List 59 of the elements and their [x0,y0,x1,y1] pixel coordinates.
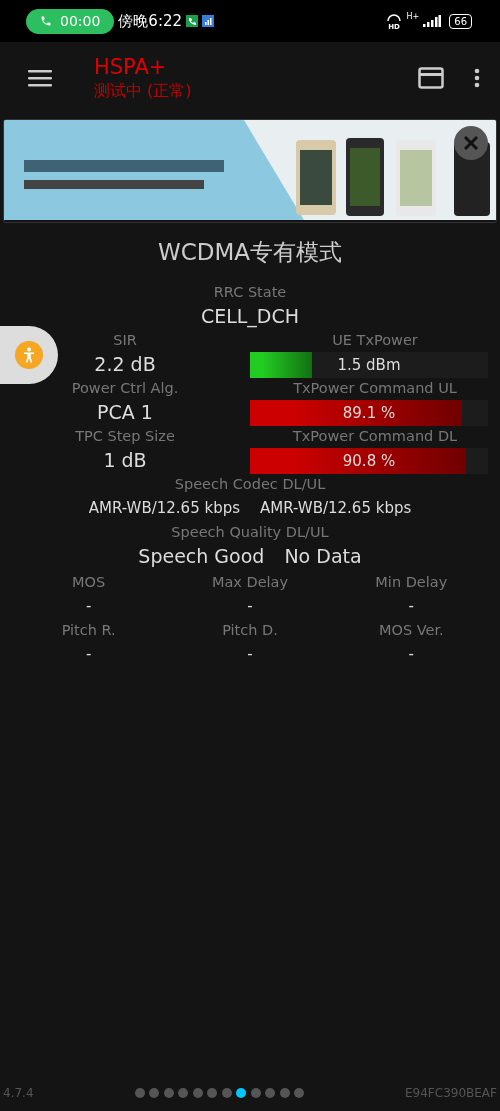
field-label: Min Delay [375,573,448,592]
accessibility-tab[interactable] [0,326,58,384]
field-value: PCA 1 [97,400,153,425]
page-indicator-dot[interactable] [265,1088,276,1098]
page-indicator-dot[interactable] [221,1088,232,1098]
field-value: - [408,596,415,617]
field-value: - [85,596,92,617]
field-label: RRC State [213,283,287,302]
field-label: SIR [113,331,137,350]
field-label: MOS Ver. [378,621,444,640]
field-label: Pitch R. [61,621,116,640]
field-value: - [85,644,92,665]
accessibility-icon [15,341,43,369]
field-value: Speech Good [138,544,265,569]
field-label: Speech Codec DL/UL [174,475,326,494]
field-label: Power Ctrl Alg. [71,379,179,398]
meter-reading: 90.8 % [342,452,396,470]
page-indicator-dot[interactable] [250,1088,261,1098]
app-notification-icon [202,15,215,27]
field-label: UE TxPower [332,331,418,350]
field-label: MOS [72,573,106,592]
field-label: TxPower Command UL [293,379,457,398]
network-type-text: H+ [406,12,420,21]
field-value: 2.2 dB [94,352,156,377]
field-label: Speech Quality DL/UL [171,523,329,542]
page-indicator-dot[interactable] [149,1088,160,1098]
meter-reading: 1.5 dBm [337,356,401,374]
field-value: No Data [284,544,362,569]
version-text: 4.7.4 [3,1086,34,1100]
field-label: TxPower Command DL [292,427,458,446]
page-indicator-dot[interactable] [163,1088,174,1098]
page-indicator-dot[interactable] [279,1088,290,1098]
battery-indicator: 66 [449,13,472,29]
signal-icon [423,15,442,27]
phone-icon [40,15,52,27]
field-value: AMR-WB/12.65 kbps [260,498,412,519]
field-value: - [247,596,253,617]
meter-reading: 89.1 % [342,404,396,422]
phone-notification-icon [186,15,199,27]
field-value: - [408,644,415,665]
page-indicator-dot[interactable] [294,1088,305,1098]
page-indicator-dot[interactable] [207,1088,218,1098]
field-label: Pitch D. [222,621,278,640]
page-indicator-dot[interactable] [236,1088,247,1098]
device-id-text: E94FC390BEAF [405,1086,497,1100]
mode-title: WCDMA专有模式 [156,238,344,267]
field-value: - [247,644,253,665]
network-title: HSPA+ [94,54,168,80]
field-value: 1 dB [103,448,147,473]
page-indicator-dot[interactable] [134,1088,145,1098]
test-status-text: 测试中 (正常) [94,80,192,102]
page-indicator-dot[interactable] [192,1088,203,1098]
call-indicator[interactable]: 00:00 [26,8,115,34]
clock-text: 傍晚6:22 [118,11,183,31]
field-label: Max Delay [211,573,289,592]
field-label: TPC Step Size [75,427,175,446]
field-value: AMR-WB/12.65 kbps [88,498,240,519]
page-indicator-dot[interactable] [178,1088,189,1098]
field-value: CELL_DCH [200,304,300,330]
